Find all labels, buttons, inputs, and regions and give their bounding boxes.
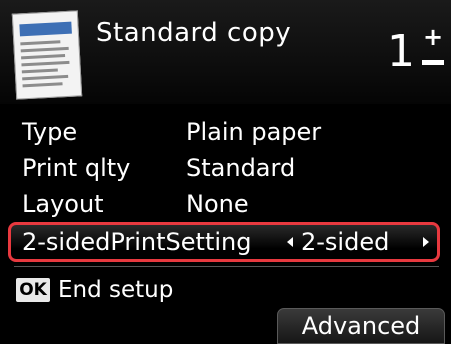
ok-key-icon: OK xyxy=(16,278,50,302)
setting-row-layout[interactable]: Layout None xyxy=(0,186,451,218)
setting-value: Plain paper xyxy=(186,118,322,146)
plus-icon[interactable]: + xyxy=(422,25,444,49)
copy-settings-screen: Standard copy 1 + Type Plain paper Print… xyxy=(0,0,451,344)
arrow-left-icon[interactable] xyxy=(287,237,293,247)
divider xyxy=(14,266,439,267)
page-title: Standard copy xyxy=(96,18,292,48)
setting-row-print-quality[interactable]: Print qlty Standard xyxy=(0,150,451,186)
setting-row-2-sided-print[interactable]: 2-sidedPrintSetting 2-sided xyxy=(8,222,440,262)
setting-label: Layout xyxy=(22,190,104,218)
setting-label: 2-sidedPrintSetting xyxy=(22,228,252,256)
setting-row-type[interactable]: Type Plain paper xyxy=(0,114,451,150)
document-icon xyxy=(11,10,83,100)
setting-value: None xyxy=(186,190,249,218)
copies-count: 1 xyxy=(387,26,415,77)
advanced-button[interactable]: Advanced xyxy=(277,308,445,344)
setting-label: Print qlty xyxy=(22,154,131,182)
arrow-right-icon[interactable] xyxy=(423,237,429,247)
setting-value: Standard xyxy=(186,154,296,182)
header: Standard copy 1 + xyxy=(0,0,451,104)
setting-value: 2-sided xyxy=(301,228,390,256)
setting-label: Type xyxy=(22,118,78,146)
minus-icon[interactable] xyxy=(422,60,444,65)
copies-stepper[interactable]: + xyxy=(422,25,444,78)
end-setup-label: End setup xyxy=(58,277,174,303)
